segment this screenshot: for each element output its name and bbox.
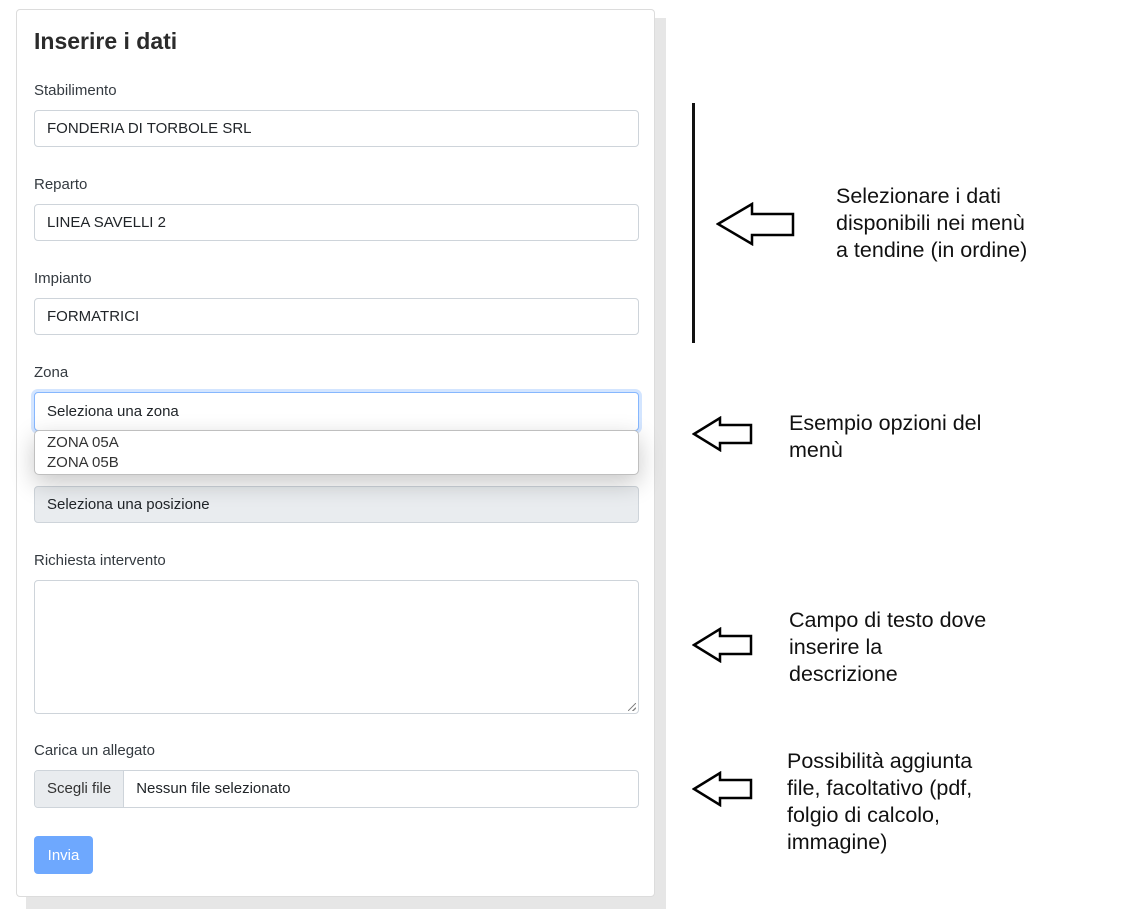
annotation-options: Esempio opzioni del menù bbox=[789, 411, 982, 462]
left-arrow-icon bbox=[692, 416, 753, 452]
zona-option[interactable]: ZONA 05B bbox=[47, 453, 626, 473]
form-title: Inserire i dati bbox=[34, 28, 178, 54]
zona-option[interactable]: ZONA 05A bbox=[47, 433, 626, 453]
impianto-label: Impianto bbox=[34, 270, 92, 287]
submit-button[interactable]: Invia bbox=[34, 836, 93, 874]
annotation-textarea: Campo di testo dove inserire la descrizi… bbox=[789, 608, 987, 686]
annotation-dropdowns: Selezionare i dati disponibili nei menù … bbox=[836, 184, 1028, 262]
file-status: Nessun file selezionato bbox=[136, 780, 291, 797]
resize-handle[interactable] bbox=[628, 703, 636, 711]
stabilimento-select[interactable]: FONDERIA DI TORBOLE SRL bbox=[34, 110, 639, 147]
reparto-label: Reparto bbox=[34, 176, 88, 193]
richiesta-textarea[interactable] bbox=[34, 580, 639, 714]
reparto-select[interactable]: LINEA SAVELLI 2 bbox=[34, 204, 639, 241]
zona-label: Zona bbox=[34, 364, 69, 381]
choose-file-button[interactable]: Scegli file bbox=[35, 771, 125, 807]
left-arrow-icon bbox=[692, 627, 753, 663]
posizione-select[interactable]: Seleziona una posizione bbox=[34, 486, 639, 523]
bracket-line bbox=[692, 103, 695, 343]
file-input[interactable]: Scegli file Nessun file selezionato bbox=[34, 770, 639, 808]
annotation-attachment: Possibilità aggiunta file, facoltativo (… bbox=[787, 749, 973, 854]
zona-dropdown: ZONA 05A ZONA 05B bbox=[34, 430, 639, 475]
left-arrow-icon bbox=[716, 202, 795, 246]
stabilimento-label: Stabilimento bbox=[34, 82, 117, 99]
left-arrow-icon bbox=[692, 771, 753, 807]
form-card: Inserire i dati Stabilimento FONDERIA DI… bbox=[16, 9, 655, 897]
richiesta-label: Richiesta intervento bbox=[34, 552, 166, 569]
zona-select[interactable]: Seleziona una zona bbox=[34, 392, 639, 431]
allegato-label: Carica un allegato bbox=[34, 742, 155, 759]
impianto-select[interactable]: FORMATRICI bbox=[34, 298, 639, 335]
